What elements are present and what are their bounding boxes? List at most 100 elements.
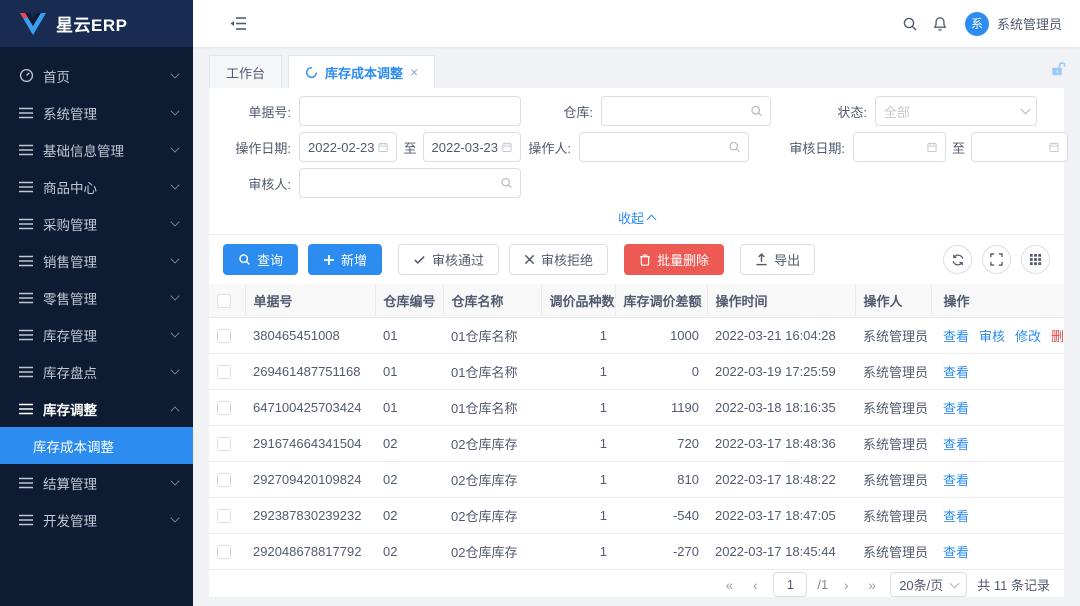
row-checkbox[interactable] [217,509,231,523]
refresh-icon[interactable] [943,245,972,274]
collapse-filters-link[interactable]: 收起 [209,204,1064,230]
chevron-down-icon [170,106,179,115]
cell-actions: 查看 [931,497,1064,533]
check-icon [413,253,426,266]
batch-delete-button[interactable]: 批量删除 [624,244,724,275]
first-page-button[interactable]: « [721,577,737,593]
action-view-link[interactable]: 查看 [943,365,969,380]
row-checkbox[interactable] [217,329,231,343]
filter-row-3: 审核人: [209,168,1050,198]
sidebar-item-develop[interactable]: 开发管理 [0,501,193,538]
approve-button[interactable]: 审核通过 [398,244,499,275]
search-icon [238,253,251,266]
export-button[interactable]: 导出 [740,244,815,275]
app-title: 星云ERP [56,11,127,36]
table-row: 291674664341504 02 02仓库库存 1 720 2022-03-… [209,425,1064,461]
row-checkbox[interactable] [217,545,231,559]
operator-input[interactable] [579,132,749,162]
search-button[interactable]: 查询 [223,244,298,275]
range-separator: 至 [952,138,965,157]
select-all-checkbox[interactable] [217,294,231,308]
cell-actions: 查看审核修改删除 [931,317,1064,353]
reject-button[interactable]: 审核拒绝 [509,244,608,275]
sidebar-item-stock-check[interactable]: 库存盘点 [0,353,193,390]
chevron-down-icon [170,180,179,189]
pagination: « ‹ 1 /1 › » 20条/页 共 11 条记录 [209,564,1064,597]
cell-actions: 查看 [931,389,1064,425]
col-count: 调价品种数 [541,284,615,317]
sidebar-subitem-stock-cost-adjust[interactable]: 库存成本调整 [0,427,193,464]
sidebar-item-stock-adjust[interactable]: 库存调整 [0,390,193,427]
calendar-icon [377,141,389,153]
search-icon[interactable] [895,9,925,39]
sidebar-item-settlement[interactable]: 结算管理 [0,464,193,501]
total-records-label: 共 11 条记录 [977,575,1050,594]
cell-wh-code: 02 [375,461,443,497]
sidebar-item-sale[interactable]: 销售管理 [0,242,193,279]
column-settings-icon[interactable] [1021,245,1050,274]
add-button[interactable]: 新增 [308,244,382,275]
close-icon[interactable]: × [410,65,418,79]
sidebar-item-stock[interactable]: 库存管理 [0,316,193,353]
sidebar-item-retail[interactable]: 零售管理 [0,279,193,316]
auditor-label: 审核人: [209,174,299,193]
current-page-input[interactable]: 1 [773,572,807,597]
action-view-link[interactable]: 查看 [943,545,969,560]
action-view-link[interactable]: 查看 [943,509,969,524]
sidebar-item-system[interactable]: 系统管理 [0,94,193,131]
chevron-up-icon [647,214,657,224]
cell-time: 2022-03-17 18:48:22 [707,461,855,497]
sidebar-item-goods-center[interactable]: 商品中心 [0,168,193,205]
app-logo: 星云ERP [0,0,193,47]
tab-stock-cost-adjust[interactable]: 库存成本调整 × [288,55,435,88]
action-view-link[interactable]: 查看 [943,401,969,416]
bill-no-input[interactable] [299,96,521,126]
fullscreen-icon[interactable] [982,245,1011,274]
bell-icon[interactable] [925,9,955,39]
row-checkbox[interactable] [217,365,231,379]
cell-actions: 查看 [931,425,1064,461]
action-audit-link[interactable]: 审核 [979,329,1005,344]
chevron-up-icon [170,406,179,415]
cell-actions: 查看 [931,353,1064,389]
cell-wh-name: 01仓库名称 [443,353,541,389]
page-size-select[interactable]: 20条/页 [890,572,967,597]
col-bill-no: 单据号 [245,284,375,317]
next-page-button[interactable]: › [838,577,854,593]
row-checkbox[interactable] [217,437,231,451]
search-icon [750,105,763,118]
cell-count: 1 [541,461,615,497]
action-edit-link[interactable]: 修改 [1015,329,1041,344]
auditor-input[interactable] [299,168,521,198]
table-row: 647100425703424 01 01仓库名称 1 1190 2022-03… [209,389,1064,425]
row-checkbox[interactable] [217,473,231,487]
warehouse-input[interactable] [601,96,771,126]
status-select[interactable]: 全部 [875,96,1037,126]
audit-date-from-input[interactable] [853,132,946,162]
sidebar: 星云ERP 首页 系统管理 基础信息管理 商品中心 采购管理 销售管理 零售管理… [0,0,193,606]
action-view-link[interactable]: 查看 [943,437,969,452]
sidebar-collapse-icon[interactable] [223,9,253,39]
sidebar-item-home[interactable]: 首页 [0,57,193,94]
cell-wh-name: 01仓库名称 [443,389,541,425]
data-table: 单据号 仓库编号 仓库名称 调价品种数 库存调价差额 操作时间 操作人 操作 3… [209,284,1064,564]
action-view-link[interactable]: 查看 [943,329,969,344]
cell-bill-no: 292709420109824 [245,461,375,497]
op-date-to-input[interactable]: 2022-03-23 [423,132,521,162]
refresh-circle-icon [305,66,318,79]
last-page-button[interactable]: » [864,577,880,593]
col-actions: 操作 [931,284,1064,317]
row-checkbox[interactable] [217,401,231,415]
action-view-link[interactable]: 查看 [943,473,969,488]
tab-workbench[interactable]: 工作台 [209,55,282,88]
chevron-down-icon [170,254,179,263]
user-name[interactable]: 系统管理员 [997,14,1062,33]
sidebar-item-base-info[interactable]: 基础信息管理 [0,131,193,168]
sidebar-item-purchase[interactable]: 采购管理 [0,205,193,242]
prev-page-button[interactable]: ‹ [747,577,763,593]
audit-date-to-input[interactable] [971,132,1068,162]
user-avatar[interactable]: 系 [965,12,989,36]
lock-icon[interactable] [1049,61,1066,78]
op-date-from-input[interactable]: 2022-02-23 [299,132,397,162]
action-delete-link[interactable]: 删除 [1051,329,1064,344]
